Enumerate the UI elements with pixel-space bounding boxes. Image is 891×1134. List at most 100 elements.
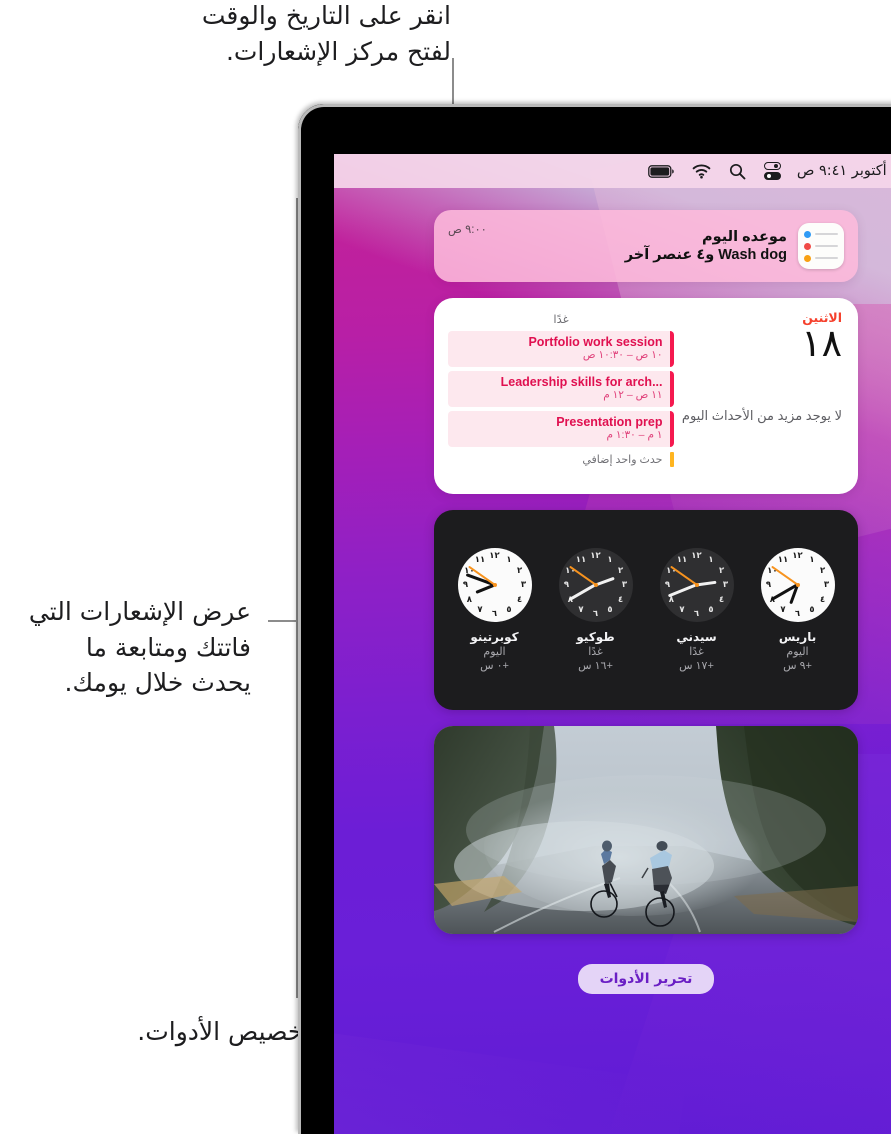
calendar-event-time: ١ م – ١:٣٠ م: [606, 429, 663, 442]
calendar-event-bar: [669, 411, 674, 448]
mac-screen: اثنين، ١٨ أكتوبر ٩:٤١ ص: [334, 154, 891, 1134]
clock-day-label: غدًا: [689, 646, 704, 658]
calendar-event-title: Presentation prep: [556, 415, 663, 430]
world-clock-cell[interactable]: ١ ٢ ٣ ٤ ٥ ٦ ٧ ٨ ٩ ١٠ ١١ ١٢ سيدني غدًا +١٧ س: [649, 548, 744, 672]
clock-hub: [694, 583, 699, 587]
clock-numeral: ١: [506, 554, 512, 565]
callout-text-top: انقر على التاريخ والوقت لفتح مركز الإشعا…: [201, 1, 451, 66]
clock-numeral: ٧: [780, 605, 786, 616]
clock-face: ١٢٣٤٥٦٧٨٩١٠١١١٢: [558, 548, 633, 622]
calendar-event-time: ١١ ص – ١٢ م: [603, 389, 663, 402]
world-clock-cell[interactable]: ١٢٣٤٥٦٧٨٩١٠١١١٢باريساليوم+٩ س: [750, 548, 845, 672]
clock-numeral: ١١: [474, 554, 486, 565]
calendar-event-title: Leadership skills for arch...: [500, 375, 663, 390]
clock-day-label: اليوم: [483, 646, 506, 658]
clock-numeral: ٥: [708, 605, 714, 616]
calendar-event-text: Presentation prep ١ م – ١:٣٠ م: [448, 411, 670, 447]
clock-numeral: ٢: [618, 565, 624, 576]
reminders-icon: [798, 223, 844, 269]
mac-device-frame: اثنين، ١٨ أكتوبر ٩:٤١ ص: [298, 104, 891, 1134]
battery-icon[interactable]: [647, 164, 674, 178]
clock-numeral: ٤: [719, 594, 725, 605]
clock-hub: [795, 583, 800, 587]
callout-leader-left: [268, 620, 298, 622]
clock-city-name: باريس: [778, 630, 817, 644]
clock-day-label: اليوم: [786, 646, 809, 658]
calendar-event-row[interactable]: Presentation prep ١ م – ١:٣٠ م: [448, 411, 674, 448]
clock-hub: [492, 583, 497, 587]
clock-numeral: ٦: [794, 609, 801, 619]
calendar-tomorrow-column: غدًا Portfolio work session ١٠ ص – ١٠:٣٠ …: [448, 312, 674, 482]
clock-face: ١٢٣٤٥٦٧٨٩١٠١١١٢: [659, 548, 734, 622]
menu-bar: اثنين، ١٨ أكتوبر ٩:٤١ ص: [334, 154, 891, 188]
clock-numeral: ٥: [809, 605, 815, 616]
clock-face: ١٢٣٤٥٦٧٨٩١٠١١١٢: [760, 548, 835, 622]
edit-widgets-button[interactable]: تحرير الأدوات: [577, 964, 715, 994]
clock-offset-label: +١٦ س: [578, 660, 613, 672]
clock-numeral: ٥: [607, 605, 613, 616]
clock-numeral: ٥: [506, 605, 512, 616]
clock-offset-label: +١٧ س: [679, 660, 714, 672]
clock-second-hand: [669, 565, 697, 586]
clock-face: ١٢٣٤٥٦٧٨٩١٠١١١٢: [457, 548, 532, 622]
clock-numeral: ١: [607, 554, 613, 565]
calendar-widget[interactable]: الاثنين ١٨ لا يوجد مزيد من الأحداث اليوم…: [434, 298, 858, 494]
cyclists-photo: [434, 726, 858, 934]
calendar-extra-event-bar: [669, 452, 674, 468]
calendar-extra-event-label: حدث واحد إضافي: [582, 454, 663, 467]
clock-numeral: ١٢: [691, 551, 702, 561]
search-icon[interactable]: [729, 163, 746, 180]
calendar-event-text: Portfolio work session ١٠ ص – ١٠:٣٠ ص: [448, 331, 670, 367]
photos-widget[interactable]: [434, 726, 858, 934]
calendar-event-row[interactable]: Portfolio work session ١٠ ص – ١٠:٣٠ ص: [448, 331, 674, 368]
clock-numeral: ٣: [722, 580, 729, 590]
clock-numeral: ١: [809, 554, 815, 565]
clock-numeral: ٢: [719, 565, 725, 576]
clock-numeral: ٤: [517, 594, 523, 605]
clock-numeral: ١٢: [590, 551, 601, 561]
calendar-event-list: Portfolio work session ١٠ ص – ١٠:٣٠ ص Lead…: [448, 331, 674, 451]
clock-city-name: سيدني: [676, 630, 717, 644]
calendar-tomorrow-label: غدًا: [553, 314, 569, 326]
clock-numeral: ٩: [765, 580, 772, 590]
reminder-text-block: موعده اليوم Wash dog و٤ عنصر آخر: [487, 228, 787, 265]
notification-center-widgets: موعده اليوم Wash dog و٤ عنصر آخر ٩:٠٠ ص …: [334, 188, 891, 1134]
clock-numeral: ٦: [491, 609, 498, 619]
clock-numeral: ٣: [823, 580, 830, 590]
clock-numeral: ٧: [679, 605, 685, 616]
world-clock-widget[interactable]: ١٢٣٤٥٦٧٨٩١٠١١١٢باريساليوم+٩ س١٢٣٤٥٦٧٨٩١٠…: [434, 510, 858, 710]
menubar-datetime[interactable]: اثنين، ١٨ أكتوبر ٩:٤١ ص: [797, 163, 891, 179]
control-center-icon[interactable]: [763, 161, 781, 181]
clock-numeral: ٣: [621, 580, 628, 590]
clock-minute-hand: [668, 583, 697, 598]
reminder-notification-banner[interactable]: موعده اليوم Wash dog و٤ عنصر آخر ٩:٠٠ ص: [434, 210, 858, 282]
clock-numeral: ٦: [592, 609, 599, 619]
clock-hub: [593, 583, 598, 587]
clock-numeral: ٩: [664, 580, 671, 590]
clock-offset-label: +٩ س: [783, 660, 812, 672]
calendar-event-text: Leadership skills for arch... ١١ ص – ١٢ م: [448, 371, 670, 407]
calendar-event-bar: [669, 371, 674, 408]
calendar-event-bar: [669, 331, 674, 368]
calendar-today-column: الاثنين ١٨ لا يوجد مزيد من الأحداث اليوم: [674, 311, 842, 482]
clock-numeral: ٩: [563, 580, 570, 590]
clock-numeral: ١١: [676, 554, 688, 565]
clock-numeral: ٧: [578, 605, 584, 616]
reminder-title: موعده اليوم: [702, 228, 787, 245]
calendar-no-events-text: لا يوجد مزيد من الأحداث اليوم: [681, 407, 842, 423]
clock-numeral: ٧: [477, 605, 483, 616]
clock-numeral: ١: [708, 554, 714, 565]
calendar-extra-event[interactable]: حدث واحد إضافي: [448, 452, 674, 468]
clock-day-label: غدًا: [588, 646, 603, 658]
clock-numeral: ١٢: [489, 551, 500, 561]
callout-text-bottom: تخصيص الأدوات.: [137, 1017, 311, 1046]
clock-offset-label: +٠ س: [480, 660, 509, 672]
world-clock-cell[interactable]: ١٢٣٤٥٦٧٨٩١٠١١١٢طوكيوغدًا+١٦ س: [548, 548, 643, 672]
wifi-icon[interactable]: [692, 163, 711, 179]
clock-numeral: ٤: [820, 594, 826, 605]
clock-numeral: ٢: [517, 565, 523, 576]
world-clock-cell[interactable]: ١ ٢ ٣ ٤ ٥ ٦ ٧ ٨ ٩ ١٠ ١١ ١٢ كوبرتينو اليوم +٠ س: [447, 548, 542, 672]
clock-numeral: ٣: [520, 580, 527, 590]
clock-hour-hand: [696, 580, 717, 587]
calendar-event-row[interactable]: Leadership skills for arch... ١١ ص – ١٢ م: [448, 371, 674, 408]
